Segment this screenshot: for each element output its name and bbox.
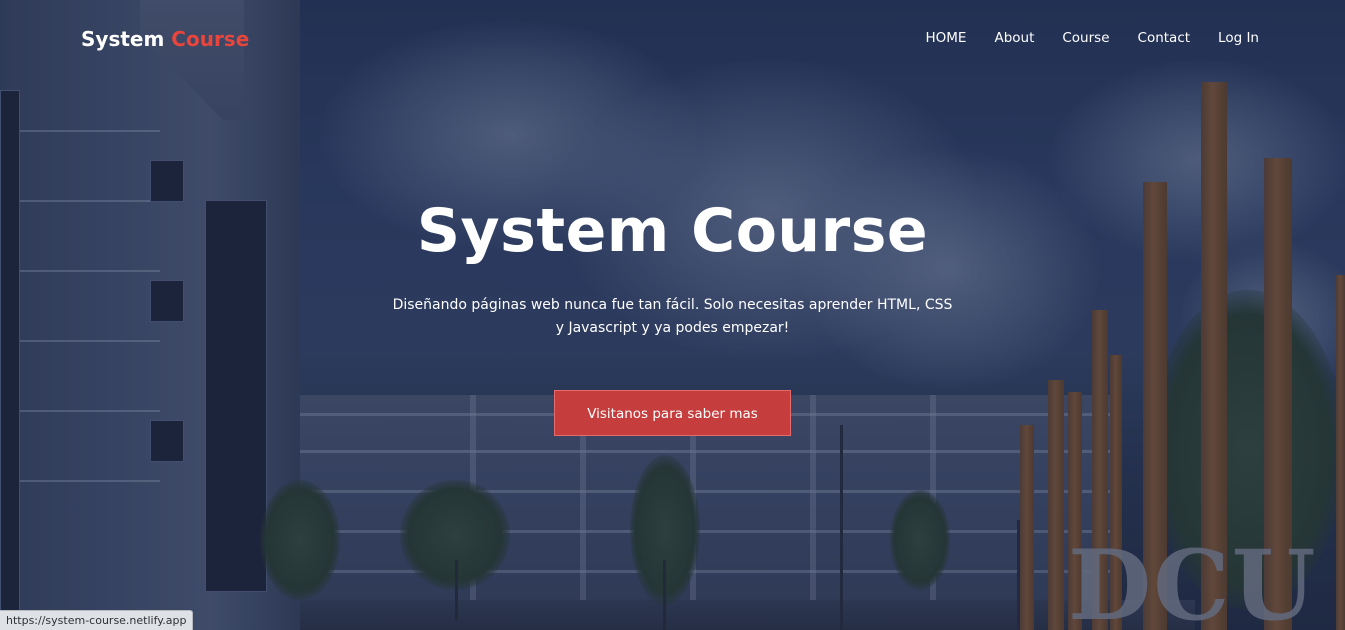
hero-content: System Course Diseñando páginas web nunc… [0, 194, 1345, 436]
main-nav: HOME About Course Contact Log In [925, 30, 1259, 46]
nav-link-about[interactable]: About [994, 30, 1034, 46]
hero-title: System Course [416, 196, 929, 266]
nav-link-login[interactable]: Log In [1218, 30, 1259, 46]
site-logo[interactable]: System Course [81, 27, 249, 51]
logo-accent: Course [171, 27, 250, 51]
browser-status-url: https://system-course.netlify.app [0, 610, 194, 630]
cta-button[interactable]: Visitanos para saber mas [554, 390, 791, 436]
site-header: System Course HOME About Course Contact … [0, 0, 1345, 78]
nav-link-contact[interactable]: Contact [1138, 30, 1191, 46]
nav-link-course[interactable]: Course [1062, 30, 1109, 46]
hero-subtitle: Diseñando páginas web nunca fue tan fáci… [392, 297, 953, 336]
logo-prefix: System [81, 27, 165, 51]
hero-section: DCU System Course HOME About Course Cont… [0, 0, 1345, 630]
nav-link-home[interactable]: HOME [925, 30, 966, 46]
